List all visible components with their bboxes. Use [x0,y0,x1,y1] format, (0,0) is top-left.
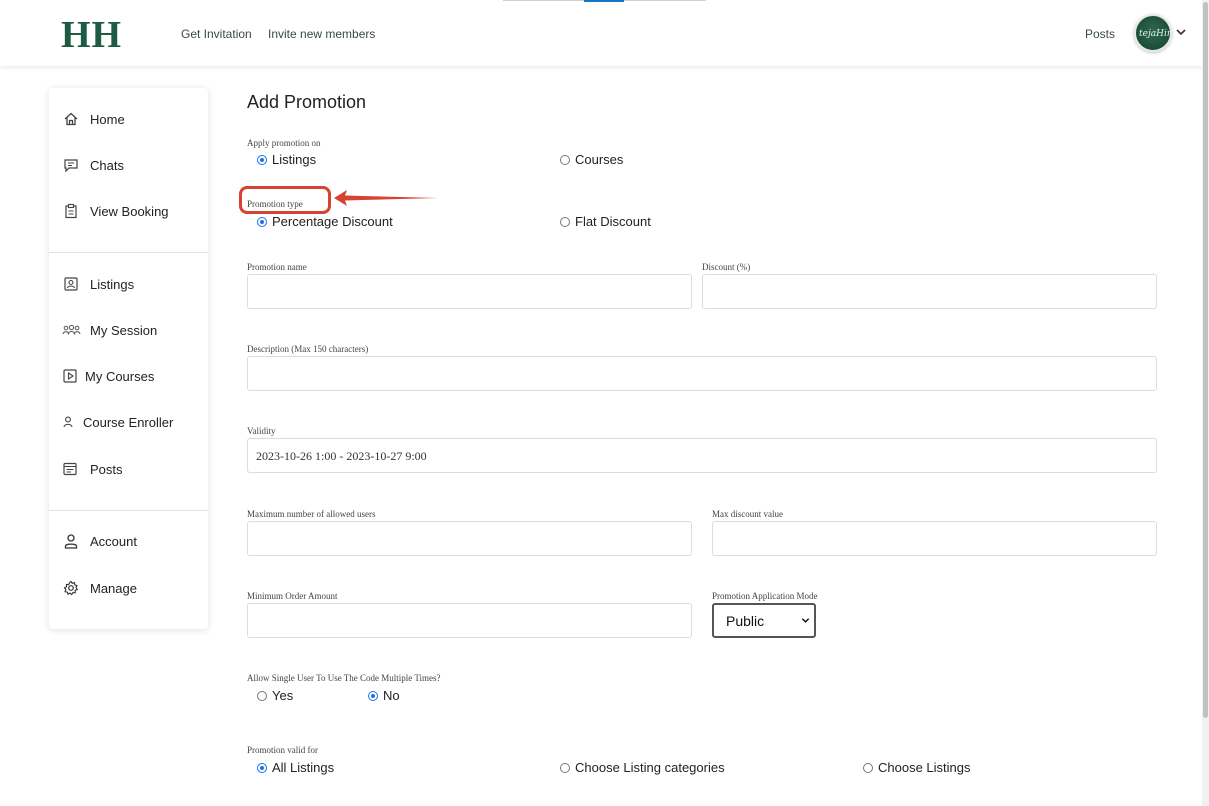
avatar-signature: tejaHir [1139,29,1172,39]
radio-label: No [383,688,400,703]
sidebar-item-my-session[interactable]: My Session [49,315,208,345]
chevron-down-icon[interactable] [1175,26,1187,38]
multi-use-label: Allow Single User To Use The Code Multip… [247,673,441,683]
radio-label: Yes [272,688,294,703]
radio-dot[interactable] [560,154,570,165]
sidebar-item-label: View Booking [90,203,169,219]
posts-icon [63,462,77,476]
validity-date-range-input[interactable]: 2023-10-26 1:00 - 2023-10-27 9:00 [247,438,1157,473]
radio-apply-courses[interactable]: Courses [560,152,623,167]
max-discount-input[interactable] [712,521,1157,556]
sidebar-item-label: My Session [90,322,158,338]
nav-posts[interactable]: Posts [1085,27,1115,41]
min-order-label: Minimum Order Amount [247,591,338,601]
brand-logo[interactable]: HH [61,13,122,57]
radio-multi-use-yes[interactable]: Yes [257,688,293,703]
account-icon [64,534,78,549]
radio-choose-listings[interactable]: Choose Listings [863,760,971,775]
sidebar-item-label: My Courses [85,368,155,384]
sidebar-item-course-enroller[interactable]: Course Enroller [49,407,208,437]
sidebar-item-label: Posts [90,461,123,477]
radio-multi-use-no[interactable]: No [368,688,400,703]
sidebar: Home Chats View Booking Listings My Sess… [49,88,208,629]
sidebar-item-manage[interactable]: Manage [49,573,208,603]
max-users-label: Maximum number of allowed users [247,509,376,519]
valid-for-label: Promotion valid for [247,745,318,755]
clipboard-icon [65,203,77,219]
apply-on-label: Apply promotion on [247,138,321,148]
radio-label: All Listings [272,760,335,775]
home-icon [64,112,78,126]
sidebar-item-label: Account [90,533,137,549]
gear-icon [63,580,79,596]
application-mode-select[interactable]: Public [712,603,816,638]
radio-all-listings[interactable]: All Listings [257,760,334,775]
radio-dot[interactable] [560,762,570,773]
chevron-down-icon [801,618,810,623]
radio-label: Percentage Discount [272,214,393,229]
page-scrollbar[interactable] [1202,0,1209,806]
max-discount-label: Max discount value [712,509,783,519]
promotion-name-label: Promotion name [247,262,307,272]
discount-label: Discount (%) [702,262,751,272]
description-label: Description (Max 150 characters) [247,344,369,354]
scrollbar-thumb[interactable] [1203,2,1208,718]
sidebar-item-label: Manage [90,580,137,596]
avatar[interactable]: tejaHir [1134,14,1172,52]
chat-icon [64,159,78,173]
sidebar-item-label: Home [90,111,125,127]
application-mode-label: Promotion Application Mode [712,591,818,601]
radio-dot-checked[interactable] [257,216,267,227]
sidebar-item-my-courses[interactable]: My Courses [49,361,208,391]
radio-dot-checked[interactable] [257,762,267,773]
sidebar-divider [49,510,208,511]
radio-dot[interactable] [257,690,267,701]
promotion-name-input[interactable] [247,274,692,309]
radio-apply-listings[interactable]: Listings [257,152,316,167]
sidebar-item-label: Listings [90,276,135,292]
nav-get-invitation[interactable]: Get Invitation [181,27,252,41]
max-users-input[interactable] [247,521,692,556]
radio-dot[interactable] [560,216,570,227]
radio-label: Flat Discount [575,214,651,229]
top-header: HH Get Invitation Invite new members Pos… [0,0,1209,66]
radio-dot-checked[interactable] [257,154,267,165]
radio-label: Choose Listing categories [575,760,725,775]
listing-icon [64,277,78,291]
radio-label: Courses [575,152,624,167]
sidebar-item-listings[interactable]: Listings [49,269,208,299]
sidebar-item-account[interactable]: Account [49,526,208,556]
validity-value: 2023-10-26 1:00 - 2023-10-27 9:00 [256,449,427,463]
radio-label: Listings [272,152,317,167]
sidebar-item-label: Course Enroller [83,414,174,430]
radio-flat-discount[interactable]: Flat Discount [560,214,651,229]
radio-dot[interactable] [863,762,873,773]
validity-label: Validity [247,426,276,436]
user-icon [63,416,73,428]
sidebar-item-posts[interactable]: Posts [49,454,208,484]
min-order-input[interactable] [247,603,692,638]
sidebar-item-label: Chats [90,157,124,173]
sidebar-item-view-booking[interactable]: View Booking [49,196,208,226]
radio-choose-listing-categories[interactable]: Choose Listing categories [560,760,725,775]
play-square-icon [63,369,77,383]
nav-invite-members[interactable]: Invite new members [268,27,375,41]
radio-percentage-discount[interactable]: Percentage Discount [257,214,393,229]
select-value: Public [726,613,765,629]
sidebar-item-home[interactable]: Home [49,104,208,134]
group-icon [62,324,81,335]
description-input[interactable] [247,356,1157,391]
sidebar-item-chats[interactable]: Chats [49,150,208,180]
sidebar-divider [49,252,208,253]
discount-input[interactable] [702,274,1157,309]
top-indicator-active [584,0,624,2]
radio-label: Choose Listings [878,760,971,775]
annotation-highlight-box [239,186,331,214]
annotation-arrow-icon [334,190,438,206]
radio-dot-checked[interactable] [368,690,378,701]
page-title: Add Promotion [247,92,367,112]
